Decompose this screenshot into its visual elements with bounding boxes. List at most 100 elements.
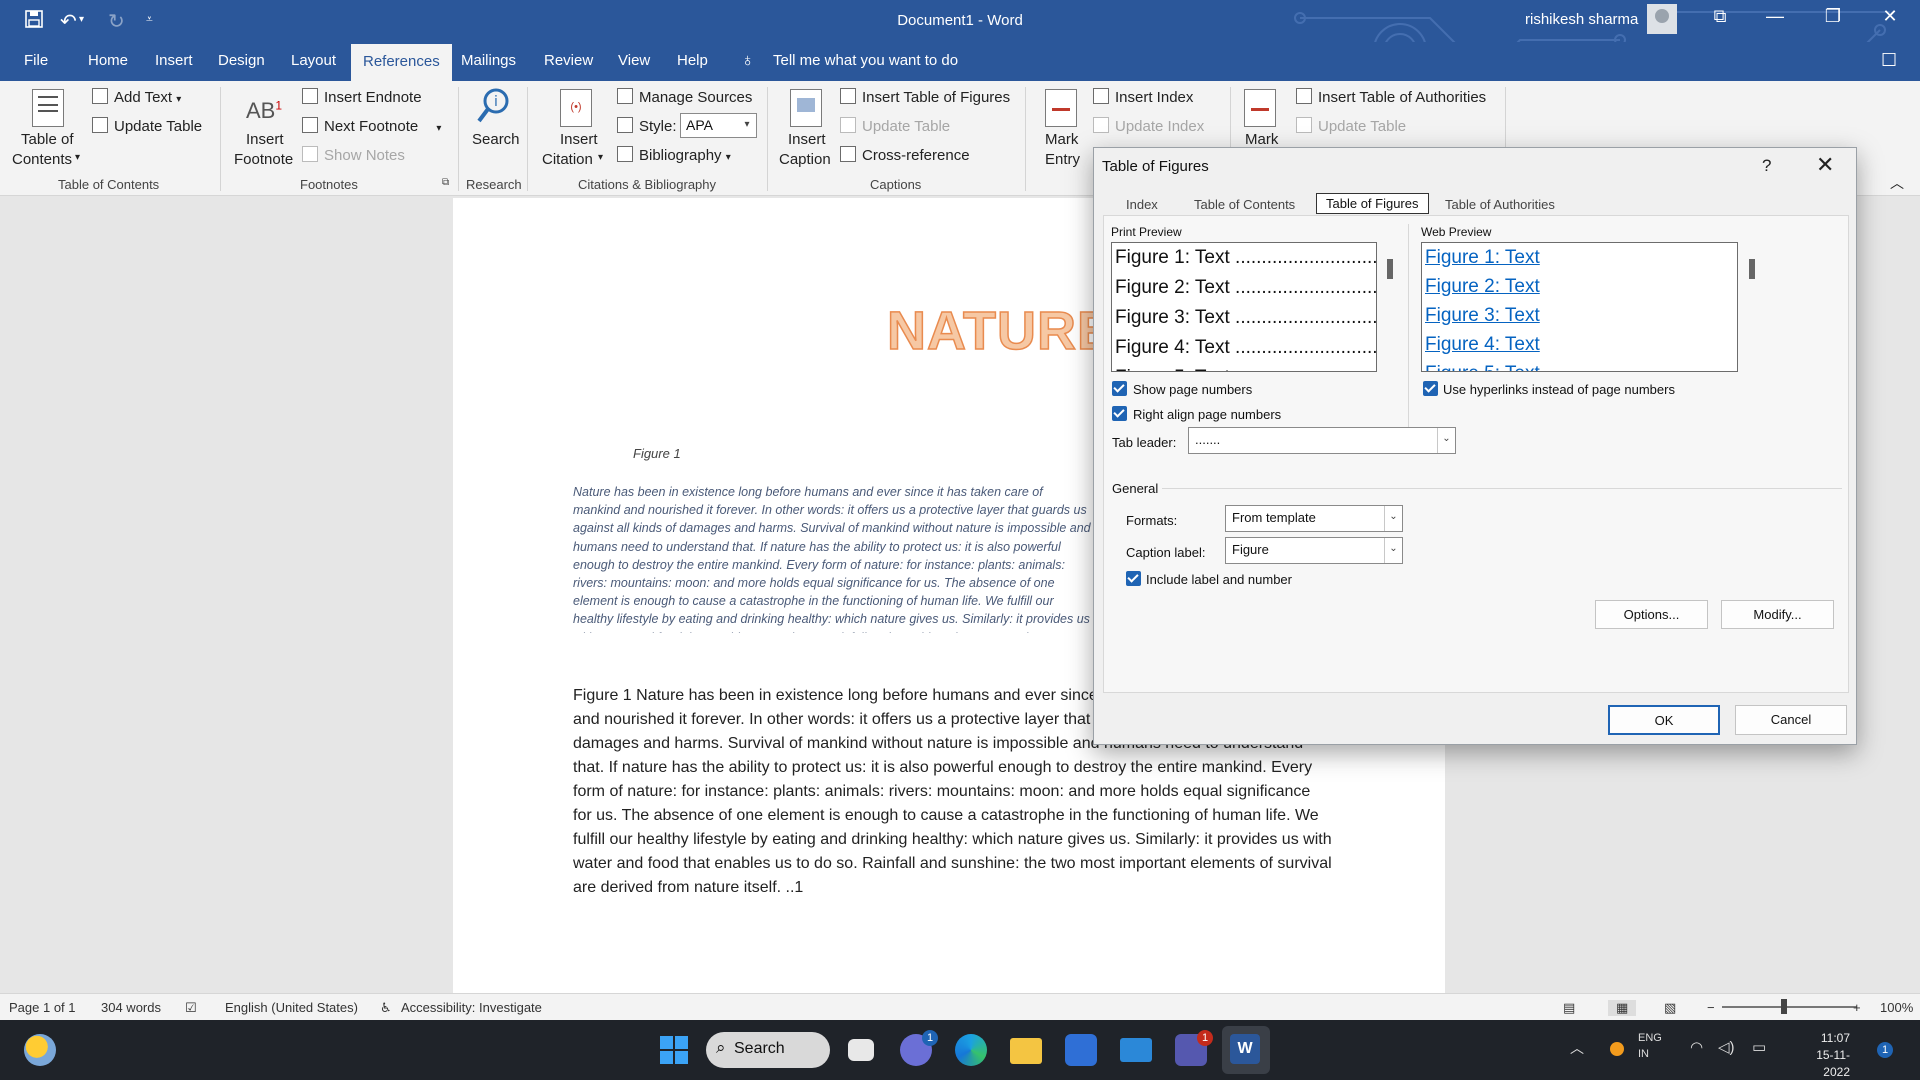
update-table-button[interactable]: Update Table — [92, 117, 202, 135]
chevron-down-icon[interactable]: ▾ — [75, 152, 80, 163]
include-label-checkbox[interactable] — [1126, 571, 1141, 586]
language-indicator[interactable]: English (United States) — [225, 1000, 358, 1015]
print-preview-scrollbar[interactable] — [1387, 259, 1393, 279]
task-view-icon[interactable] — [848, 1039, 874, 1061]
user-name[interactable]: rishikesh sharma — [1525, 11, 1638, 28]
bibliography-button[interactable]: Bibliography ▾ — [617, 146, 731, 164]
help-icon[interactable]: ? — [1762, 156, 1771, 176]
volume-icon[interactable]: ◁) — [1718, 1038, 1735, 1056]
wifi-icon[interactable]: ◠ — [1690, 1038, 1703, 1056]
minimize-icon[interactable]: — — [1755, 6, 1795, 27]
update-captions-table-button[interactable]: Update Table — [840, 117, 950, 135]
dialog-launcher-icon[interactable]: ⧉ — [442, 177, 449, 188]
accessibility-status[interactable]: Accessibility: Investigate — [401, 1000, 542, 1015]
print-layout-icon[interactable]: ▦ — [1608, 1000, 1637, 1016]
cancel-button[interactable]: Cancel — [1735, 705, 1847, 735]
show-hidden-icons-icon[interactable]: ︿ — [1570, 1038, 1584, 1058]
mark-citation-button[interactable]: Mark — [1245, 131, 1278, 148]
tab-layout[interactable]: Layout — [291, 52, 336, 69]
insert-table-of-figures-button[interactable]: Insert Table of Figures — [840, 88, 1010, 106]
options-button[interactable]: Options... — [1595, 600, 1708, 629]
zoom-in-icon[interactable]: + — [1853, 1000, 1861, 1015]
chevron-down-icon[interactable]: ▾ — [598, 152, 603, 163]
update-index-button[interactable]: Update Index — [1093, 117, 1204, 135]
tab-review[interactable]: Review — [544, 52, 593, 69]
restore-icon[interactable]: ❐ — [1813, 6, 1853, 27]
proofing-icon[interactable]: ☑ — [185, 1000, 197, 1016]
tab-leader-select[interactable]: ....... ⌄ — [1188, 427, 1456, 454]
tab-index[interactable]: Index — [1126, 197, 1158, 212]
page-count[interactable]: Page 1 of 1 — [9, 1000, 76, 1015]
use-hyperlinks-label[interactable]: Use hyperlinks instead of page numbers — [1443, 382, 1675, 397]
show-page-numbers-label[interactable]: Show page numbers — [1133, 382, 1252, 397]
right-align-label[interactable]: Right align page numbers — [1133, 407, 1281, 422]
close-icon[interactable]: ✕ — [1816, 152, 1834, 178]
toc-button-line1[interactable]: Table of — [21, 131, 74, 148]
zoom-out-icon[interactable]: − — [1707, 1000, 1715, 1015]
avatar[interactable] — [1647, 4, 1677, 34]
caption-label-select[interactable]: Figure ⌄ — [1225, 537, 1403, 564]
zoom-level[interactable]: 100% — [1880, 1000, 1913, 1015]
insert-table-of-authorities-button[interactable]: Insert Table of Authorities — [1296, 88, 1486, 106]
tab-table-of-authorities[interactable]: Table of Authorities — [1445, 197, 1555, 212]
add-text-button[interactable]: Add Text ▾ — [92, 88, 181, 106]
word-count[interactable]: 304 words — [101, 1000, 161, 1015]
language-indicator[interactable]: ENG IN — [1638, 1030, 1662, 1062]
tab-insert[interactable]: Insert — [155, 52, 193, 69]
insert-endnote-button[interactable]: Insert Endnote — [302, 88, 422, 106]
web-preview-scrollbar[interactable] — [1749, 259, 1755, 279]
battery-icon[interactable]: ▭ — [1752, 1038, 1766, 1056]
tab-home[interactable]: Home — [88, 52, 128, 69]
collapse-ribbon-icon[interactable]: ︿ — [1890, 173, 1904, 193]
taskbar-search[interactable]: ⌕ Search — [706, 1032, 830, 1068]
manage-sources-button[interactable]: Manage Sources — [617, 88, 752, 106]
tab-table-of-contents[interactable]: Table of Contents — [1194, 197, 1295, 212]
next-footnote-button[interactable]: Next Footnote ▾ — [302, 117, 441, 135]
modify-button[interactable]: Modify... — [1721, 600, 1834, 629]
mail-icon[interactable] — [1120, 1038, 1152, 1062]
use-hyperlinks-checkbox[interactable] — [1423, 381, 1438, 396]
citation-style-select[interactable]: APA ▾ — [680, 113, 757, 138]
tab-mailings[interactable]: Mailings — [461, 52, 516, 69]
tab-help[interactable]: Help — [677, 52, 708, 69]
tab-design[interactable]: Design — [218, 52, 265, 69]
tell-me-search[interactable]: Tell me what you want to do — [773, 52, 958, 69]
weather-icon[interactable] — [24, 1034, 56, 1066]
insert-citation-line2[interactable]: Citation — [542, 151, 593, 168]
store-icon[interactable] — [1065, 1034, 1097, 1066]
clock[interactable]: 11:07 15-11-2022 — [1790, 1030, 1850, 1080]
insert-footnote-line1[interactable]: Insert — [246, 131, 284, 148]
cross-reference-button[interactable]: Cross-reference — [840, 146, 970, 164]
tab-references[interactable]: References — [351, 44, 452, 81]
notification-badge[interactable]: 1 — [1877, 1042, 1893, 1058]
show-page-numbers-checkbox[interactable] — [1112, 381, 1127, 396]
edge-icon[interactable] — [955, 1034, 987, 1066]
notification-app-icon[interactable] — [1610, 1042, 1624, 1056]
tab-view[interactable]: View — [618, 52, 650, 69]
include-label-text[interactable]: Include label and number — [1146, 572, 1292, 587]
insert-caption-line1[interactable]: Insert — [788, 131, 826, 148]
insert-caption-line2[interactable]: Caption — [779, 151, 831, 168]
mark-entry-line2[interactable]: Entry — [1045, 151, 1080, 168]
show-notes-button[interactable]: Show Notes — [302, 146, 405, 164]
close-icon[interactable]: ✕ — [1870, 6, 1910, 27]
zoom-slider-thumb[interactable] — [1781, 999, 1787, 1014]
ok-button[interactable]: OK — [1608, 705, 1720, 735]
web-layout-icon[interactable]: ▧ — [1664, 1000, 1676, 1016]
read-mode-icon[interactable]: ▤ — [1563, 1000, 1575, 1016]
word-taskbar-button[interactable]: W — [1222, 1026, 1270, 1074]
insert-index-button[interactable]: Insert Index — [1093, 88, 1193, 106]
update-authorities-button[interactable]: Update Table — [1296, 117, 1406, 135]
start-icon[interactable] — [658, 1034, 690, 1066]
toc-button-line2[interactable]: Contents — [12, 151, 72, 168]
comments-icon[interactable]: ☐ — [1881, 50, 1897, 71]
zoom-slider[interactable] — [1722, 1006, 1857, 1008]
research-search-button[interactable]: Search — [472, 131, 520, 148]
tab-file[interactable]: File — [24, 52, 48, 69]
ribbon-display-options-icon[interactable]: ⧉ — [1700, 6, 1740, 27]
formats-select[interactable]: From template ⌄ — [1225, 505, 1403, 532]
mark-entry-line1[interactable]: Mark — [1045, 131, 1078, 148]
tab-table-of-figures[interactable]: Table of Figures — [1316, 193, 1429, 214]
right-align-checkbox[interactable] — [1112, 406, 1127, 421]
insert-citation-line1[interactable]: Insert — [560, 131, 598, 148]
